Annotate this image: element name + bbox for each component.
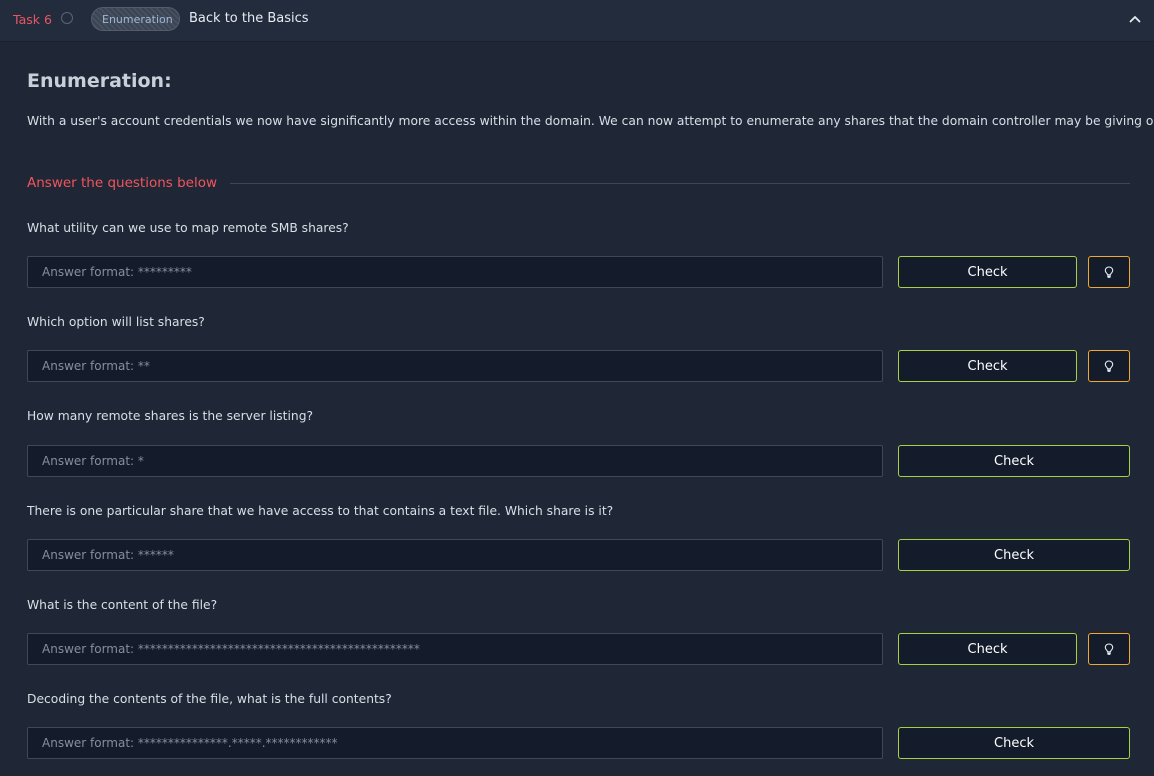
check-button[interactable]: Check (898, 350, 1077, 382)
task-header[interactable]: Task 6 Enumeration Back to the Basics (0, 0, 1154, 41)
check-button[interactable]: Check (898, 445, 1130, 477)
answer-input[interactable] (27, 633, 883, 665)
answer-input[interactable] (27, 539, 883, 571)
lightbulb-icon (1104, 360, 1114, 372)
chevron-up-icon[interactable] (1128, 12, 1142, 26)
answer-questions-heading: Answer the questions below (27, 175, 218, 191)
check-button[interactable]: Check (898, 727, 1130, 759)
divider (230, 183, 1130, 184)
check-button[interactable]: Check (898, 256, 1077, 288)
question-text: What utility can we use to map remote SM… (27, 221, 349, 235)
hint-button[interactable] (1088, 350, 1130, 382)
question-text: Which option will list shares? (27, 315, 205, 329)
answer-input[interactable] (27, 445, 883, 477)
answer-input[interactable] (27, 256, 883, 288)
check-button[interactable]: Check (898, 539, 1130, 571)
lightbulb-icon (1104, 266, 1114, 278)
hint-button[interactable] (1088, 633, 1130, 665)
check-button[interactable]: Check (898, 633, 1077, 665)
task-title: Back to the Basics (189, 11, 309, 26)
task-tag: Enumeration (91, 7, 180, 31)
task-status-circle-icon (61, 12, 73, 24)
section-heading: Enumeration: (27, 70, 172, 92)
answer-input[interactable] (27, 727, 883, 759)
task-number: Task 6 (13, 12, 52, 27)
question-text: What is the content of the file? (27, 598, 218, 612)
lightbulb-icon (1104, 643, 1114, 655)
question-text: There is one particular share that we ha… (27, 504, 614, 518)
hint-button[interactable] (1088, 256, 1130, 288)
question-text: Decoding the contents of the file, what … (27, 692, 392, 706)
intro-text: With a user's account credentials we now… (27, 114, 1154, 128)
answer-input[interactable] (27, 350, 883, 382)
question-text: How many remote shares is the server lis… (27, 409, 314, 423)
